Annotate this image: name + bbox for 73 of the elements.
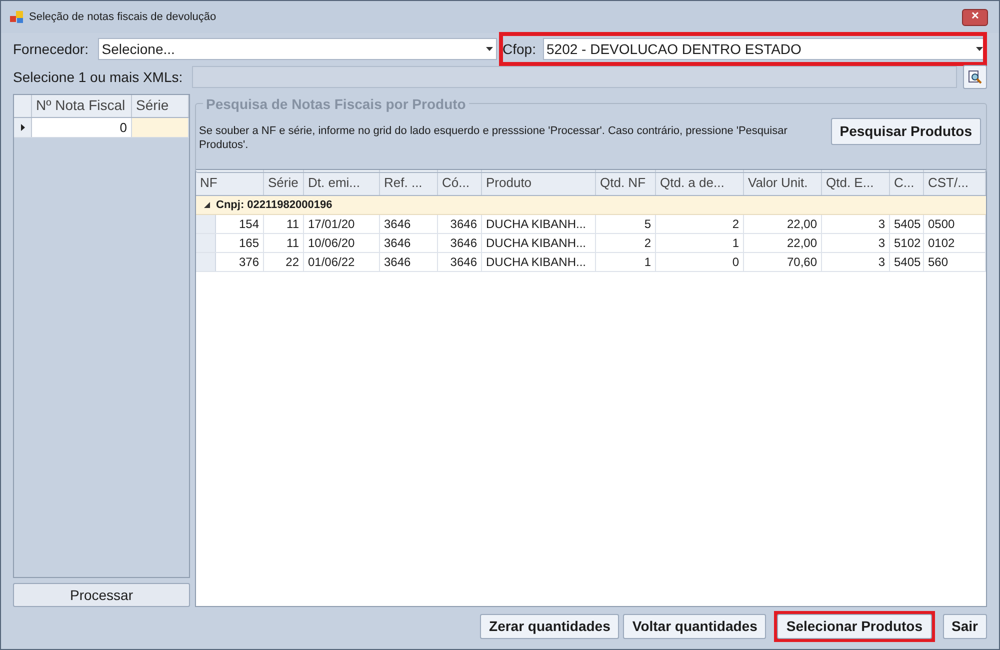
process-button[interactable]: Processar — [13, 583, 190, 607]
table-cell: 01/06/22 — [304, 253, 380, 271]
column-header[interactable]: NF — [196, 170, 264, 195]
cfop-label: Cfop: — [502, 40, 537, 59]
table-cell: 22 — [264, 253, 304, 271]
table-cell: 0500 — [924, 215, 986, 233]
table-cell: 5102 — [890, 234, 924, 252]
app-icon — [10, 10, 24, 24]
action-button[interactable]: Selecionar Produtos — [777, 614, 932, 638]
table-cell: 3 — [822, 215, 890, 233]
xml-field[interactable] — [192, 66, 957, 88]
action-button[interactable]: Zerar quantidades — [480, 614, 620, 638]
table-cell: 3646 — [438, 234, 482, 252]
action-button[interactable]: Sair — [942, 614, 987, 638]
table-cell: 376 — [216, 253, 264, 271]
column-header[interactable]: Qtd. E... — [822, 170, 890, 195]
hint-text: Se souber a NF e série, informe no grid do lado esquerdo e presssione 'Processar'. Caso contrário, pressione 'Pesquisar Produtos'. — [199, 124, 788, 152]
table-cell: 165 — [216, 234, 264, 252]
column-header[interactable]: Qtd. a de... — [656, 170, 744, 195]
column-header[interactable]: Dt. emi... — [304, 170, 380, 195]
table-cell: 3646 — [380, 215, 438, 233]
column-header[interactable]: Có... — [438, 170, 482, 195]
table-cell: 3646 — [438, 215, 482, 233]
table-cell: 11 — [264, 234, 304, 252]
dropdown-arrow-icon — [976, 47, 983, 51]
action-button[interactable]: Voltar quantidades — [623, 614, 766, 638]
table-cell: 3646 — [380, 234, 438, 252]
table-cell: 3 — [822, 253, 890, 271]
column-header[interactable]: CST/... — [924, 170, 986, 195]
search-products-button[interactable]: Pesquisar Produtos — [830, 118, 981, 145]
dropdown-arrow-icon — [486, 47, 493, 51]
table-cell: DUCHA KIBANH... — [482, 215, 596, 233]
supplier-dropdown[interactable]: Selecione... — [98, 38, 497, 60]
table-cell: 1 — [656, 234, 744, 252]
table-cell: 0102 — [924, 234, 986, 252]
column-header[interactable]: C... — [890, 170, 924, 195]
table-cell: 5405 — [890, 215, 924, 233]
window-title: Seleção de notas fiscais de devolução — [29, 10, 216, 25]
table-cell: 70,60 — [744, 253, 822, 271]
table-cell: 0 — [32, 118, 132, 137]
search-button[interactable] — [963, 65, 987, 89]
table-cell: 0 — [656, 253, 744, 271]
search-icon — [968, 70, 982, 84]
table-cell: 11 — [264, 215, 304, 233]
xml-label: Selecione 1 ou mais XMLs: — [13, 68, 184, 86]
column-header[interactable]: Produto — [482, 170, 596, 195]
table-cell: 154 — [216, 215, 264, 233]
table-cell: 2 — [656, 215, 744, 233]
table-cell: 17/01/20 — [304, 215, 380, 233]
collapse-icon[interactable] — [204, 202, 210, 208]
table-cell: 3 — [822, 234, 890, 252]
group-label: Cnpj: 02211982000196 — [216, 198, 332, 213]
table-cell: 560 — [924, 253, 986, 271]
row-header[interactable] — [14, 118, 32, 137]
table-cell: 5 — [596, 215, 656, 233]
table-cell: 1 — [596, 253, 656, 271]
table-cell: 3646 — [438, 253, 482, 271]
close-button[interactable]: ✕ — [962, 8, 988, 26]
column-header[interactable]: Série — [132, 95, 189, 117]
table-cell: DUCHA KIBANH... — [482, 234, 596, 252]
table-cell: 2 — [596, 234, 656, 252]
supplier-label: Fornecedor: — [13, 40, 90, 58]
column-header[interactable]: Qtd. NF — [596, 170, 656, 195]
column-header[interactable]: Série — [264, 170, 304, 195]
table-cell: 22,00 — [744, 234, 822, 252]
table-cell: 3646 — [380, 253, 438, 271]
table-cell: 5405 — [890, 253, 924, 271]
column-header[interactable]: Valor Unit. — [744, 170, 822, 195]
table-cell: 22,00 — [744, 215, 822, 233]
table-cell: DUCHA KIBANH... — [482, 253, 596, 271]
column-header[interactable]: Nº Nota Fiscal — [32, 95, 132, 117]
table-cell: 10/06/20 — [304, 234, 380, 252]
column-header[interactable]: Ref. ... — [380, 170, 438, 195]
